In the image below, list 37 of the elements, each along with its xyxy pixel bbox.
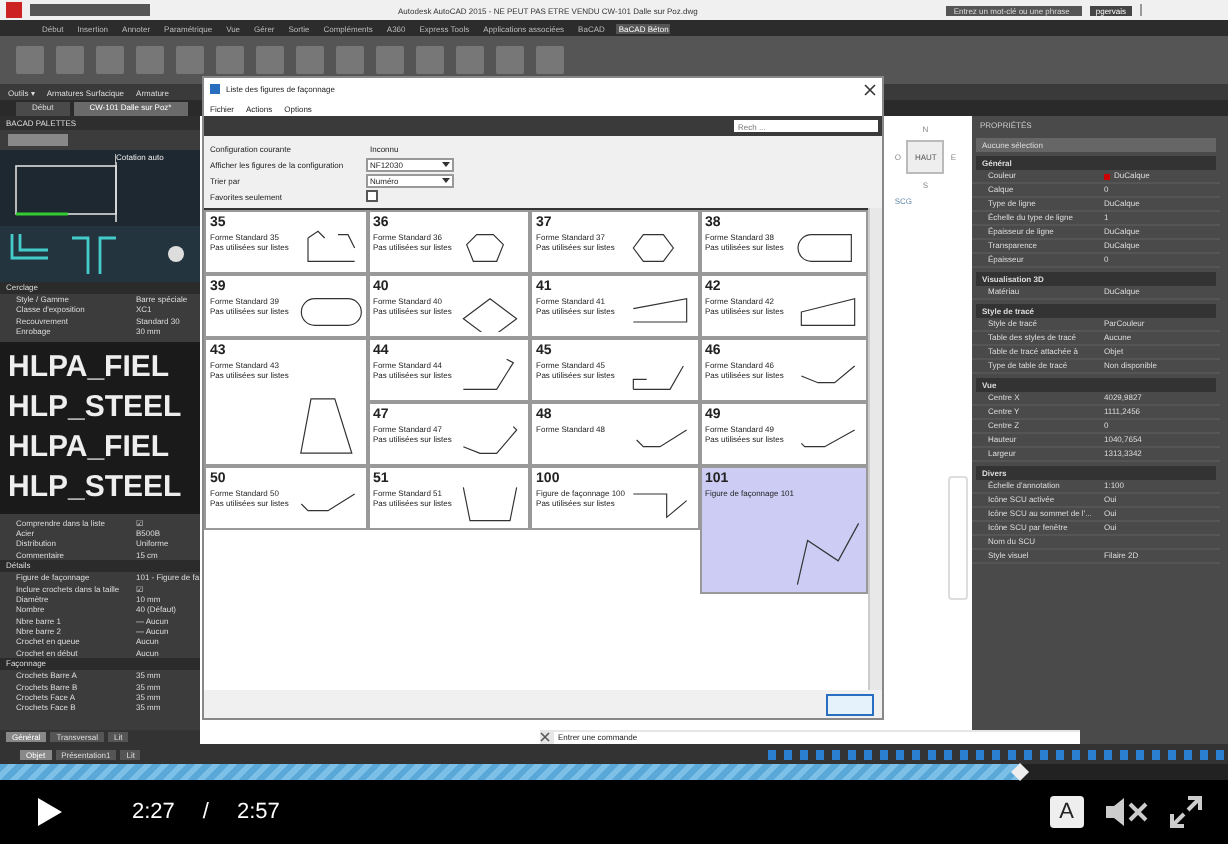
fullscreen-icon[interactable]: [1168, 794, 1204, 830]
ribbon-tool-icon[interactable]: [216, 46, 244, 74]
ribbon-tool-icon[interactable]: [136, 46, 164, 74]
ribbon-tool-icon[interactable]: [176, 46, 204, 74]
ribbon-tool-icon[interactable]: [256, 46, 284, 74]
duration: 2:57: [236, 800, 280, 824]
progress-track[interactable]: [0, 764, 1228, 780]
status-toggles-drawing[interactable]: [768, 749, 1228, 759]
ribbon-tool-icon[interactable]: [536, 46, 564, 74]
overlay-label: HLPA_FIEL: [6, 347, 172, 388]
scrollbar[interactable]: [868, 208, 882, 690]
ribbon-tool-icon[interactable]: [336, 46, 364, 74]
close-icon[interactable]: [864, 83, 876, 95]
navigation-bar[interactable]: [948, 476, 968, 600]
ribbon-tool-icon[interactable]: [376, 46, 404, 74]
ok-button[interactable]: [826, 693, 874, 715]
play-icon[interactable]: [36, 796, 64, 828]
current-time: 2:27: [132, 800, 175, 824]
overlay-label: HLP_STEEL: [6, 467, 184, 508]
overlay-label: HLPA_FIEL: [6, 427, 172, 468]
checkbox[interactable]: [366, 190, 378, 202]
overlay-label: HLP_STEEL: [6, 387, 184, 428]
close-icon[interactable]: [540, 732, 550, 742]
ribbon-tool-icon[interactable]: [56, 46, 84, 74]
app-logo-icon[interactable]: [6, 2, 22, 18]
ribbon-tool-icon[interactable]: [16, 46, 44, 74]
app-icon: [210, 84, 220, 94]
bent-bar-drawing: [794, 520, 862, 588]
ribbon-tool-icon[interactable]: [496, 46, 524, 74]
ribbon-tool-icon[interactable]: [96, 46, 124, 74]
globe-icon[interactable]: [168, 246, 184, 262]
time-separator: /: [202, 800, 209, 824]
muted-speaker-icon[interactable]: [1104, 796, 1148, 828]
ribbon-tool-icon[interactable]: [456, 46, 484, 74]
captions-button[interactable]: A: [1049, 796, 1084, 828]
ribbon-tool-icon[interactable]: [416, 46, 444, 74]
ribbon-tool-icon[interactable]: [296, 46, 324, 74]
